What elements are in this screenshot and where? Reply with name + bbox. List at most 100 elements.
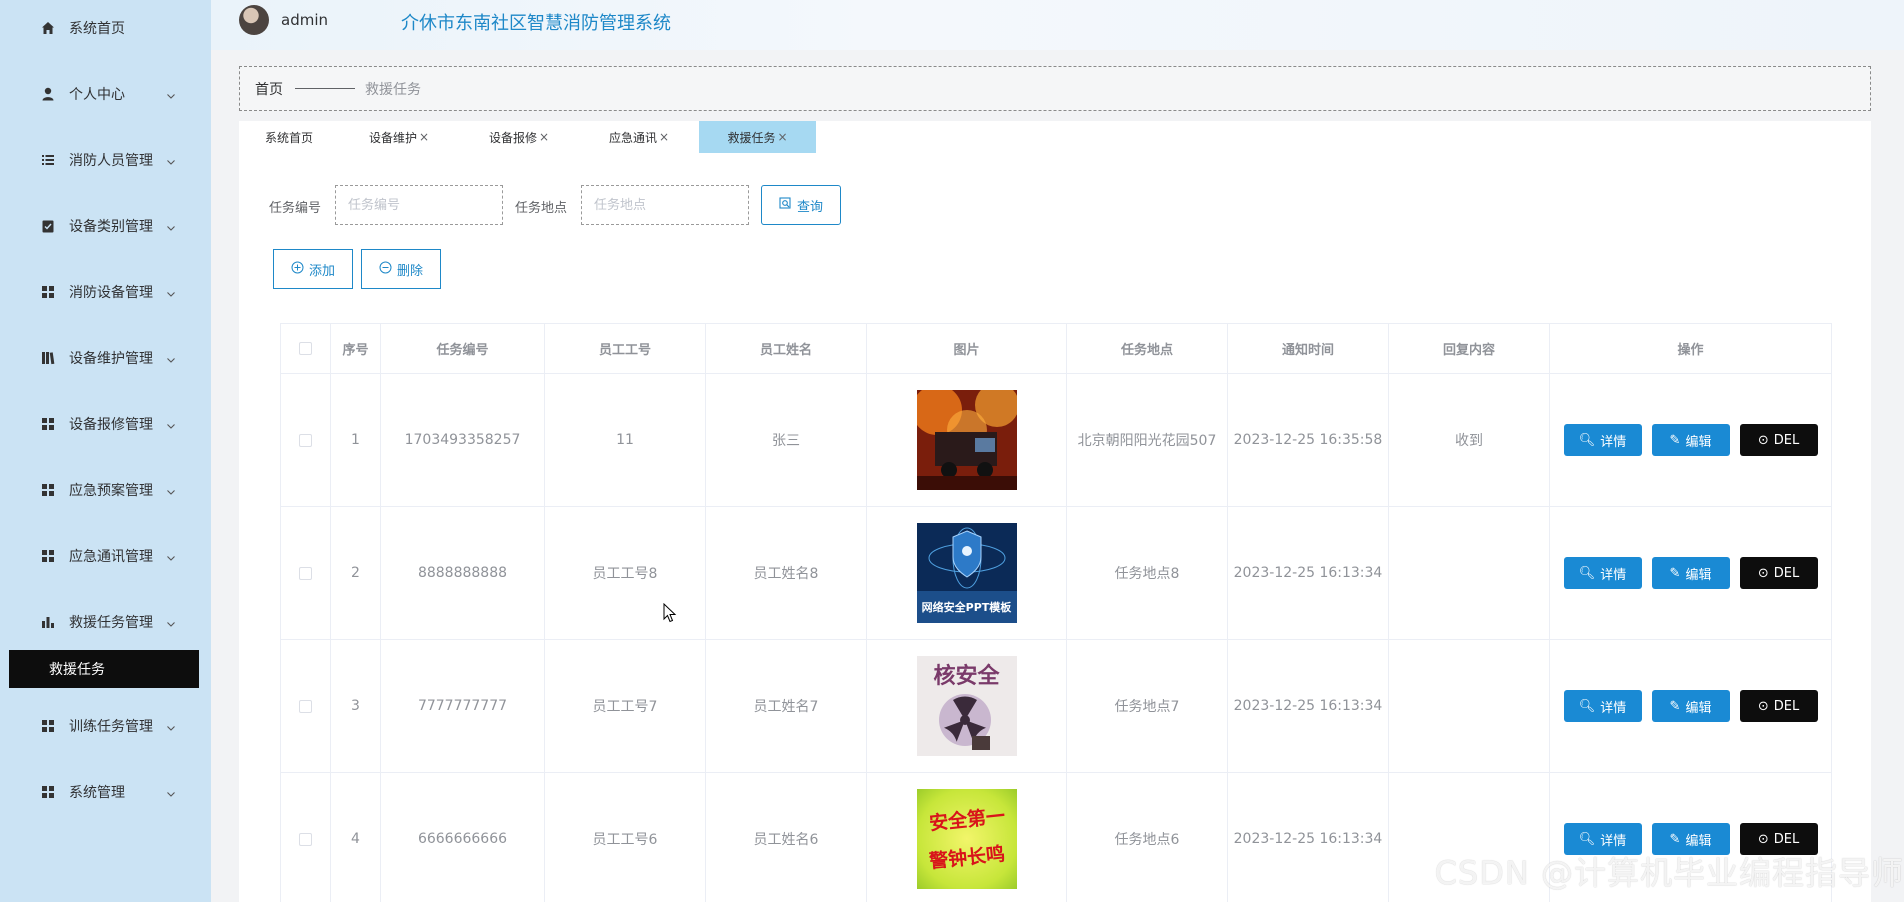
row-checkbox[interactable] [299,699,312,713]
query-label: 查询 [796,199,823,215]
sidebar-item-training[interactable]: 训练任务管理 [0,706,211,746]
sidebar-subitem-rescue-task[interactable]: 救援任务 [9,650,199,688]
row-checkbox[interactable] [299,566,312,580]
del-button[interactable]: ⊙ DEL [1739,424,1818,456]
query-button[interactable]: 查询 [761,185,841,225]
tab-home[interactable]: 系统首页 [239,121,339,153]
sidebar-item-system[interactable]: 系统管理 [0,772,211,812]
detail-button[interactable]: 🔍︎ 详情 [1563,690,1642,722]
location-cell: 任务地点6 [1067,773,1228,902]
sidebar-item-label: 设备维护管理 [69,351,153,367]
column-header: 任务编号 [381,324,545,373]
chevron-down-icon [166,221,176,231]
fire-truck-image[interactable] [916,390,1017,490]
detail-button[interactable]: 🔍︎ 详情 [1563,424,1642,456]
grid-icon [40,416,56,432]
sidebar-item-rescue[interactable]: 救援任务管理 [0,602,211,642]
tab-label: 应急通讯 [608,130,657,145]
user-icon [40,86,56,102]
detail-button[interactable]: 🔍︎ 详情 [1563,557,1642,589]
sidebar-item-emergency-plan[interactable]: 应急预案管理 [0,470,211,510]
row-checkbox[interactable] [299,832,312,846]
row-select-cell [281,640,331,772]
select-all-checkbox[interactable] [299,342,312,355]
grid-icon [40,784,56,800]
chevron-down-icon [166,787,176,797]
grid-icon [40,482,56,498]
emp-name-cell: 张三 [706,374,867,506]
emp-no-cell: 员工工号6 [545,773,706,902]
edit-label: 编辑 [1685,567,1712,583]
close-icon[interactable]: × [777,130,787,144]
chevron-down-icon [166,419,176,429]
sidebar-item-label: 系统管理 [69,785,125,801]
sidebar-item-label: 训练任务管理 [69,719,153,735]
network-security-image[interactable]: 网络安全PPT模板 [916,523,1017,623]
pencil-icon: ✎ [1669,698,1681,714]
pencil-icon: ✎ [1669,565,1681,581]
emp-name-cell: 员工姓名7 [706,640,867,772]
nuclear-safety-image[interactable]: 核安全 [916,656,1017,756]
tab-repair[interactable]: 设备报修 × [459,121,579,153]
table-row: 1 1703493358257 11 张三 北京朝阳阳光花园507 2023-1… [281,374,1831,507]
watermark: CSDN @计算机毕业编程指导师 [1434,854,1904,892]
edit-button[interactable]: ✎ 编辑 [1651,690,1730,722]
sidebar-item-home[interactable]: 系统首页 [0,8,211,48]
column-header: 任务地点 [1067,324,1228,373]
reply-cell [1389,640,1550,772]
row-checkbox[interactable] [299,433,312,447]
location-label: 任务地点 [515,201,568,216]
sidebar-item-firefighters[interactable]: 消防人员管理 [0,140,211,180]
rescue-task-table: 序号 任务编号 员工工号 员工姓名 图片 任务地点 通知时间 回复内容 操作 1… [280,323,1832,902]
location-input[interactable] [581,185,749,225]
image-caption: 网络安全PPT模板 [916,591,1017,623]
tab-rescue-task[interactable]: 救援任务 × [699,121,816,153]
del-button[interactable]: ⊙ DEL [1739,557,1818,589]
sidebar-item-repair[interactable]: 设备报修管理 [0,404,211,444]
remove-circle-icon: ⊙ [1757,432,1769,448]
tab-maintenance[interactable]: 设备维护 × [339,121,459,153]
sidebar-item-label: 个人中心 [69,87,125,103]
sidebar-item-maintenance[interactable]: 设备维护管理 [0,338,211,378]
close-icon[interactable]: × [659,130,669,144]
remove-circle-icon: ⊙ [1757,698,1769,714]
index-cell: 2 [331,507,381,639]
location-cell: 任务地点8 [1067,507,1228,639]
remove-circle-icon: ⊙ [1757,831,1769,847]
breadcrumb-home[interactable]: 首页 [255,79,283,99]
task-no-input[interactable] [335,185,503,225]
reply-cell: 收到 [1389,374,1550,506]
chevron-down-icon [166,155,176,165]
bar-chart-icon [40,614,56,630]
index-cell: 3 [331,640,381,772]
sidebar-item-fire-equipment[interactable]: 消防设备管理 [0,272,211,312]
column-header: 回复内容 [1389,324,1550,373]
safety-first-image[interactable]: 安全第一 警钟长鸣 [916,789,1017,889]
task-no-cell: 6666666666 [381,773,545,902]
edit-button[interactable]: ✎ 编辑 [1651,424,1730,456]
row-select-cell [281,374,331,506]
column-header: 员工姓名 [706,324,867,373]
close-icon[interactable]: × [539,130,549,144]
edit-button[interactable]: ✎ 编辑 [1651,557,1730,589]
chevron-down-icon [166,721,176,731]
delete-button[interactable]: 删除 [361,249,441,289]
task-no-cell: 8888888888 [381,507,545,639]
column-header: 图片 [867,324,1067,373]
sidebar-item-profile[interactable]: 个人中心 [0,74,211,114]
emp-no-cell: 员工工号7 [545,640,706,772]
sidebar-item-device-category[interactable]: 设备类别管理 [0,206,211,246]
avatar[interactable] [239,5,269,35]
tab-emergency-comm[interactable]: 应急通讯 × [579,121,699,153]
location-cell: 北京朝阳阳光花园507 [1067,374,1228,506]
close-icon[interactable]: × [419,130,429,144]
del-button[interactable]: ⊙ DEL [1739,690,1818,722]
pencil-icon: ✎ [1669,432,1681,448]
add-button[interactable]: 添加 [273,249,353,289]
sidebar-item-emergency-comm[interactable]: 应急通讯管理 [0,536,211,576]
task-no-cell: 1703493358257 [381,374,545,506]
image-caption: 警钟长鸣 [927,843,1006,873]
search-icon [779,196,792,214]
username[interactable]: admin [281,11,328,29]
chevron-down-icon [166,485,176,495]
